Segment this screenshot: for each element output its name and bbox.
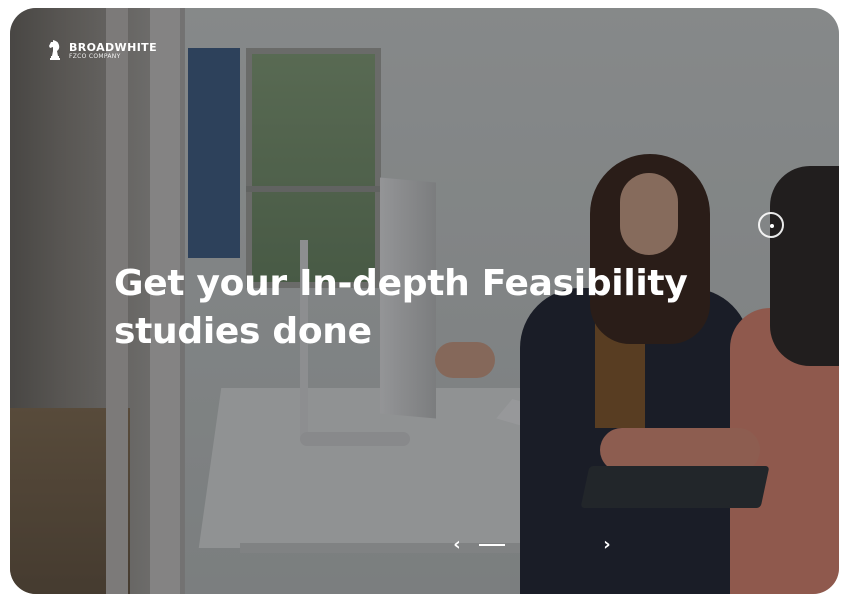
active-slide-indicator[interactable] [479, 544, 505, 546]
hero-headline-line2: studies done [114, 311, 372, 352]
cursor-dot [770, 224, 774, 228]
hero-banner: BROADWHITE FZCO COMPANY Get your In-dept… [10, 8, 839, 594]
chevron-left-icon[interactable]: ‹ [447, 534, 467, 556]
hero-headline-line1: Get your In-depth Feasibility [114, 263, 688, 304]
chevron-right-icon[interactable]: › [597, 534, 617, 556]
hero-headline: Get your In-depth Feasibility studies do… [114, 260, 774, 356]
brand-subtitle: FZCO COMPANY [69, 53, 121, 60]
cursor-ring-icon [758, 212, 784, 238]
brand-name: BROADWHITE [69, 41, 158, 54]
brand-logo[interactable]: BROADWHITE FZCO COMPANY [47, 38, 157, 64]
slider-navigation: ‹ › [447, 530, 617, 560]
chess-knight-icon [47, 38, 63, 64]
